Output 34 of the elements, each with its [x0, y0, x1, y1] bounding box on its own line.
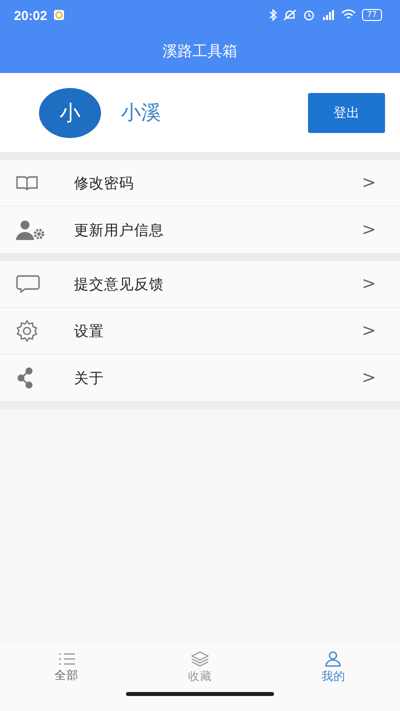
layers-icon — [190, 650, 209, 666]
status-time: 20:02 — [14, 8, 48, 22]
wifi-icon — [340, 9, 356, 21]
menu-label: 更新用户信息 — [74, 222, 164, 240]
mute-icon — [282, 9, 297, 21]
person-icon — [324, 650, 342, 666]
chevron: > — [362, 220, 376, 240]
menu-label: 修改密码 — [74, 174, 134, 192]
alarm-icon — [302, 9, 315, 21]
book-icon — [16, 175, 38, 191]
chevron: > — [362, 173, 376, 193]
chat-bubble-icon — [16, 275, 40, 293]
avatar: 小 — [39, 88, 101, 138]
settings-icon — [16, 320, 38, 342]
menu-label: 关于 — [74, 370, 104, 388]
chevron: > — [362, 321, 376, 341]
menu-label: 提交意见反馈 — [74, 276, 164, 294]
battery-indicator: 77 — [362, 9, 382, 21]
list-icon — [58, 652, 76, 666]
menu-item[interactable]: 修改密码 > — [0, 160, 400, 206]
menu-label: 设置 — [74, 322, 104, 340]
tab[interactable]: 全部 — [0, 644, 134, 690]
user-gear-icon — [16, 220, 46, 240]
chevron: > — [362, 368, 376, 388]
signal-icon — [320, 9, 335, 21]
logout-button[interactable]: 登出 — [308, 92, 385, 132]
bluetooth-icon — [268, 9, 277, 21]
tab[interactable]: 我的 — [266, 644, 400, 690]
app-notification-icon — [53, 9, 66, 21]
menu-item[interactable]: 提交意见反馈 > — [0, 261, 400, 307]
user-name: 小溪 — [121, 99, 161, 126]
chevron: > — [362, 274, 376, 294]
menu-item[interactable]: 设置 > — [0, 307, 400, 354]
app-title: 溪路工具箱 — [162, 42, 238, 61]
